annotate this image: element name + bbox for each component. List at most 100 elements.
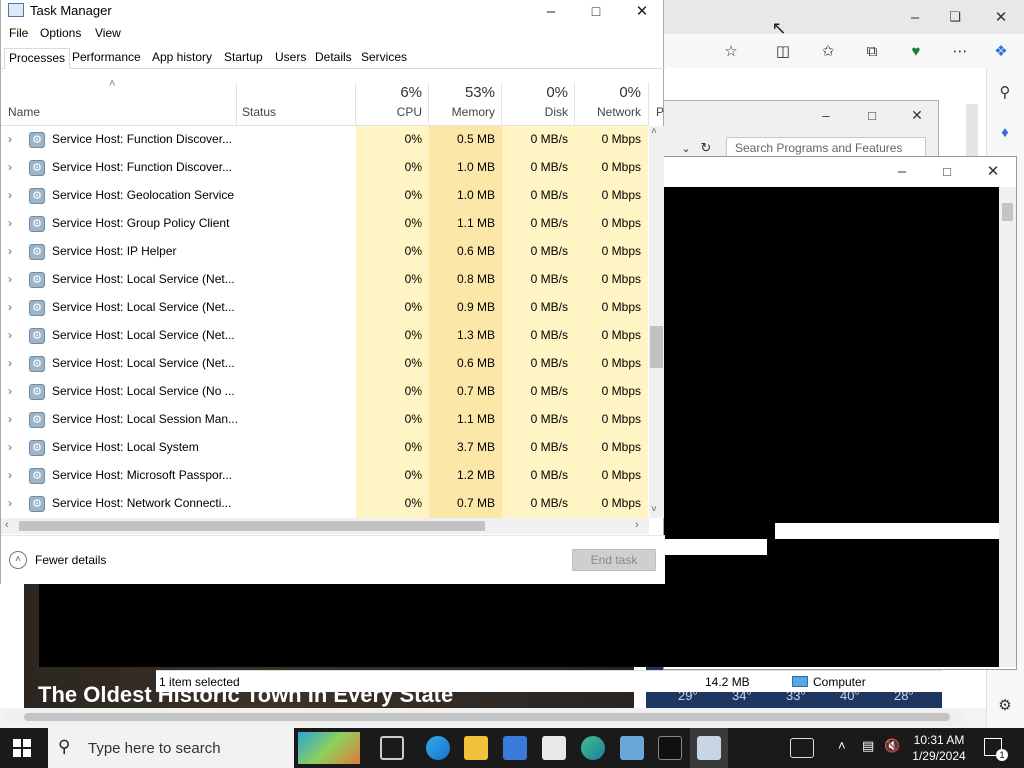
search-icon[interactable]: ⚲ <box>993 80 1017 104</box>
chevron-right-icon[interactable]: › <box>8 440 12 454</box>
menu-view[interactable]: View <box>95 26 121 40</box>
task-view-icon[interactable] <box>380 736 404 760</box>
volume-muted-icon[interactable]: 🔇 <box>884 738 900 754</box>
console-scrollbar[interactable] <box>999 187 1016 667</box>
process-row[interactable]: › ⚙ Service Host: Function Discover... 0% 0.… <box>1 126 649 154</box>
minimize-icon[interactable]: – <box>890 159 914 183</box>
scroll-up-icon[interactable]: ˄ <box>651 126 657 137</box>
maximize-button[interactable]: □ <box>573 0 619 22</box>
page-horizontal-scrollbar[interactable] <box>6 709 962 726</box>
process-row[interactable]: › ⚙ Service Host: Local Service (Net... 0% 0… <box>1 350 649 378</box>
mail-icon[interactable] <box>542 736 566 760</box>
process-row[interactable]: › ⚙ Service Host: Local Service (Net... 0% 1… <box>1 322 649 350</box>
process-row[interactable]: › ⚙ Service Host: Local Session Man... 0% 1.… <box>1 406 649 434</box>
edge-browser-icon[interactable] <box>426 736 450 760</box>
process-name: Service Host: Local Service (Net... <box>52 356 235 370</box>
tray-chevron-up-icon[interactable]: ˄ <box>838 738 846 753</box>
process-row[interactable]: › ⚙ Service Host: Microsoft Passpor... 0% 1.… <box>1 462 649 490</box>
clock[interactable]: 10:31 AM 1/29/2024 <box>900 732 978 764</box>
terminal-icon[interactable] <box>658 736 682 760</box>
chevron-right-icon[interactable]: › <box>8 468 12 482</box>
process-row[interactable]: › ⚙ Service Host: Function Discover... 0% 1.… <box>1 154 649 182</box>
col-cpu[interactable]: CPU <box>356 105 422 119</box>
col-memory[interactable]: Memory <box>429 105 495 119</box>
copilot-icon[interactable]: ❖ <box>989 39 1013 63</box>
vertical-scrollbar[interactable] <box>966 104 978 160</box>
cpu-total: 6% <box>400 84 422 101</box>
chevron-right-icon[interactable]: › <box>8 132 12 146</box>
chevron-right-icon[interactable]: › <box>8 328 12 342</box>
scroll-right-icon[interactable]: › <box>635 519 639 531</box>
title-bar[interactable]: Task Manager – □ ✕ <box>1 0 665 22</box>
tab-users[interactable]: Users <box>271 48 310 69</box>
collections-icon[interactable]: ⧉ <box>860 39 884 63</box>
chevron-right-icon[interactable]: › <box>8 160 12 174</box>
close-icon[interactable]: ✕ <box>981 159 1005 183</box>
chevron-right-icon[interactable]: › <box>8 244 12 258</box>
network-cell: 0 Mbps <box>575 406 648 434</box>
chevron-right-icon[interactable]: › <box>8 356 12 370</box>
col-power[interactable]: P <box>656 105 664 119</box>
process-row[interactable]: › ⚙ Service Host: Local Service (Net... 0% 0… <box>1 266 649 294</box>
tab-details[interactable]: Details <box>311 48 356 69</box>
restore-icon[interactable]: ❏ <box>943 5 967 29</box>
fewer-details-link[interactable]: Fewer details <box>35 553 106 567</box>
minimize-icon[interactable]: – <box>814 103 838 127</box>
chevron-right-icon[interactable]: › <box>8 384 12 398</box>
menu-file[interactable]: File <box>9 26 28 40</box>
tab-startup[interactable]: Startup <box>220 48 267 69</box>
col-status[interactable]: Status <box>242 105 276 119</box>
taskbar-search-box[interactable]: ⚲ Type here to search <box>48 728 360 768</box>
favorite-star-icon[interactable]: ☆ <box>719 39 743 63</box>
news-widget-icon[interactable] <box>790 738 814 758</box>
tab-performance[interactable]: Performance <box>68 48 145 69</box>
scroll-down-icon[interactable]: ˅ <box>651 504 657 515</box>
chevron-right-icon[interactable]: › <box>8 496 12 510</box>
task-manager-taskbar-icon[interactable] <box>697 736 721 760</box>
chevron-right-icon[interactable]: › <box>8 300 12 314</box>
scroll-left-icon[interactable]: ‹ <box>5 519 9 531</box>
chevron-right-icon[interactable]: › <box>8 412 12 426</box>
chevron-right-icon[interactable]: › <box>8 216 12 230</box>
browser-essentials-icon[interactable]: ♥ <box>904 39 928 63</box>
chevron-right-icon[interactable]: › <box>8 272 12 286</box>
vertical-scrollbar[interactable]: ˄ ˅ <box>649 126 664 518</box>
process-row[interactable]: › ⚙ Service Host: IP Helper 0% 0.6 MB 0 MB/s 0… <box>1 238 649 266</box>
windows-start-icon[interactable] <box>12 738 32 758</box>
process-row[interactable]: › ⚙ Service Host: Local Service (Net... 0% 0… <box>1 294 649 322</box>
close-button[interactable]: ✕ <box>619 0 665 22</box>
more-icon[interactable]: ⋯ <box>948 39 972 63</box>
microsoft-store-icon[interactable] <box>503 736 527 760</box>
process-row[interactable]: › ⚙ Service Host: Local System 0% 3.7 MB 0 MB… <box>1 434 649 462</box>
tab-app-history[interactable]: App history <box>148 48 216 69</box>
menu-options[interactable]: Options <box>40 26 81 40</box>
favorites-icon[interactable]: ✩ <box>816 39 840 63</box>
control-panel-icon[interactable] <box>620 736 644 760</box>
split-screen-icon[interactable]: ◫ <box>771 39 795 63</box>
settings-gear-icon[interactable]: ⚙ <box>993 693 1017 717</box>
process-row[interactable]: › ⚙ Service Host: Geolocation Service 0% 1.0… <box>1 182 649 210</box>
close-icon[interactable]: ✕ <box>905 103 929 127</box>
col-name[interactable]: Name <box>8 105 40 119</box>
close-icon[interactable]: ✕ <box>989 5 1013 29</box>
maximize-icon[interactable]: □ <box>860 103 884 127</box>
chevron-up-circle-icon[interactable]: ˄ <box>9 551 27 569</box>
col-disk[interactable]: Disk <box>502 105 568 119</box>
horizontal-scrollbar[interactable]: ‹ › <box>1 518 649 534</box>
col-network[interactable]: Network <box>575 105 641 119</box>
chevron-right-icon[interactable]: › <box>8 188 12 202</box>
process-row[interactable]: › ⚙ Service Host: Local Service (No ... 0% 0… <box>1 378 649 406</box>
process-row[interactable]: › ⚙ Service Host: Group Policy Client 0% 1.1… <box>1 210 649 238</box>
end-task-button[interactable]: End task <box>572 549 656 571</box>
process-row[interactable]: › ⚙ Service Host: Network Connecti... 0% 0.7… <box>1 490 649 518</box>
disk-cell: 0 MB/s <box>502 266 575 294</box>
minimize-icon[interactable]: – <box>903 5 927 29</box>
maximize-icon[interactable]: □ <box>935 159 959 183</box>
minimize-button[interactable]: – <box>528 0 574 22</box>
tab-processes[interactable]: Processes <box>4 48 71 69</box>
file-explorer-icon[interactable] <box>464 736 488 760</box>
shopping-icon[interactable]: ♦ <box>993 120 1017 144</box>
tab-services[interactable]: Services <box>357 48 411 69</box>
edge-beta-icon[interactable] <box>581 736 605 760</box>
network-icon[interactable]: ▤ <box>862 738 874 754</box>
